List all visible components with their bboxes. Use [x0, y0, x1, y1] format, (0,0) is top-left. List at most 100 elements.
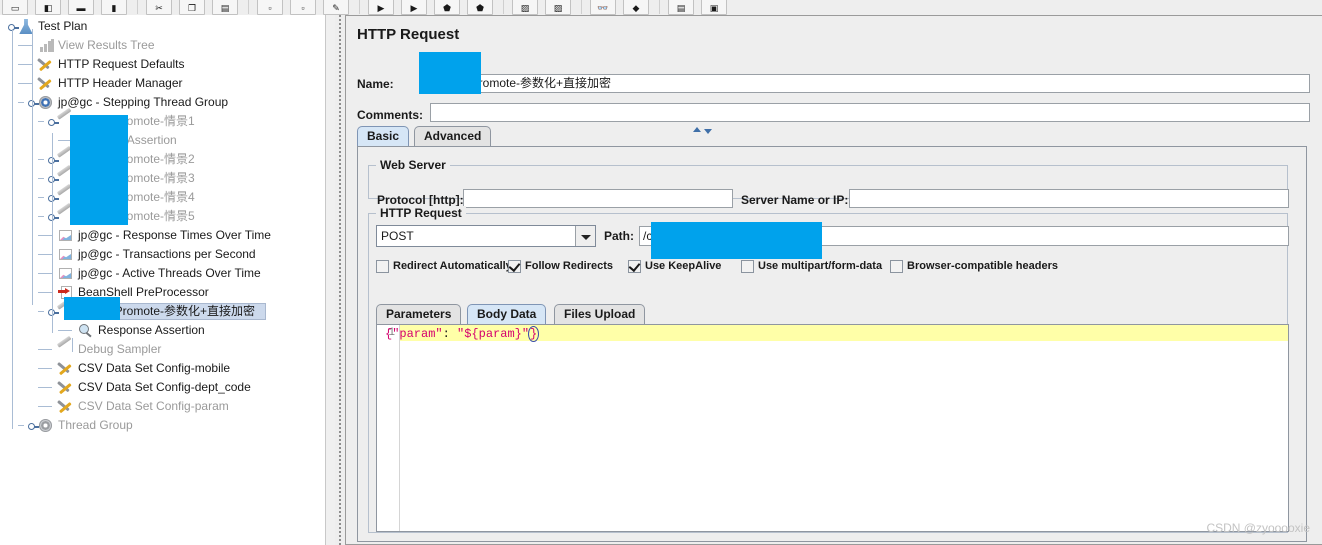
- magnifier-handle: [85, 332, 92, 338]
- templates-icon-glyph: ◧: [43, 3, 53, 13]
- basic-tab-content: Web Server Protocol [http]: Server Name …: [357, 146, 1307, 542]
- tab-files-upload[interactable]: Files Upload: [554, 304, 646, 324]
- tree-node[interactable]: onse Assertion: [0, 131, 325, 150]
- tree-node[interactable]: DevicePromote-情景3: [0, 164, 325, 188]
- tree-connector: [38, 121, 44, 122]
- code-caret-brace: }: [528, 326, 540, 342]
- paste-icon[interactable]: ▤: [212, 0, 238, 15]
- tree-node[interactable]: jp@gc - Stepping Thread Group: [0, 93, 325, 112]
- method-select[interactable]: POST: [376, 225, 596, 247]
- tab-basic[interactable]: Basic: [357, 126, 410, 146]
- chart-bar: [40, 47, 43, 52]
- tree-node[interactable]: View Results Tree: [0, 36, 325, 55]
- tree-node[interactable]: DevicePromote-情景5: [0, 202, 325, 226]
- tree-trunk-line: [32, 29, 33, 305]
- page-title: HTTP Request: [357, 26, 460, 43]
- checkbox-box[interactable]: [890, 260, 903, 273]
- tree-node[interactable]: DevicePromote-情景1: [0, 107, 325, 131]
- start-no-pauses-icon[interactable]: ▶: [401, 0, 427, 15]
- toggle-icon[interactable]: ✎: [323, 0, 349, 15]
- checkbox-box[interactable]: [376, 260, 389, 273]
- thread-group-icon: [38, 95, 54, 110]
- tree-expand-handle[interactable]: [48, 118, 59, 127]
- chart-bar: [44, 44, 47, 52]
- clear-icon[interactable]: ▨: [512, 0, 538, 15]
- cut-icon[interactable]: ✂: [146, 0, 172, 15]
- cut-icon-glyph: ✂: [155, 3, 163, 13]
- tree-node[interactable]: jp@gc - Active Threads Over Time: [0, 264, 325, 283]
- body-tabstrip[interactable]: Parameters Body Data Files Upload: [376, 304, 1289, 325]
- gear-glyph: [39, 96, 52, 109]
- tree-node[interactable]: jp@gc - Transactions per Second: [0, 245, 325, 264]
- server-name-input[interactable]: [849, 189, 1289, 208]
- tree-trunk-line: [72, 338, 73, 352]
- comments-input[interactable]: [430, 103, 1310, 122]
- tree-node[interactable]: CSV Data Set Config-param: [0, 397, 325, 416]
- editor-code-text[interactable]: {"param": "${param}"}: [385, 326, 540, 342]
- tree-node[interactable]: BeanShell PreProcessor: [0, 283, 325, 302]
- tree-node-label: Thread Group: [58, 418, 133, 432]
- search-icon[interactable]: 👓: [590, 0, 616, 15]
- tree-vertical-scrollbar[interactable]: [325, 15, 335, 545]
- protocol-input[interactable]: [463, 189, 733, 208]
- tab-body-data[interactable]: Body Data: [467, 304, 547, 324]
- config-element-icon: [57, 380, 74, 395]
- tree-node[interactable]: Response Assertion: [0, 321, 325, 340]
- chevron-down-icon: [581, 235, 591, 240]
- checkbox-box[interactable]: [741, 260, 754, 273]
- tree-node[interactable]: Test Plan: [0, 17, 325, 36]
- tree-connector: [38, 406, 52, 407]
- tree-node[interactable]: CSV Data Set Config-dept_code: [0, 378, 325, 397]
- panel-splitter[interactable]: [335, 15, 345, 545]
- tree-connector: [38, 368, 52, 369]
- method-dropdown-arrow[interactable]: [575, 226, 595, 246]
- config-element-icon: [37, 57, 54, 72]
- tree-connector: [18, 45, 32, 46]
- name-input[interactable]: DevicePromote-参数化+直接加密: [430, 74, 1310, 93]
- checkbox-label: Use multipart/form-data: [758, 260, 883, 272]
- tree-node[interactable]: DevicePromote-情景2: [0, 145, 325, 169]
- http-request-group-title: HTTP Request: [376, 206, 466, 220]
- listener-chart-icon: [58, 266, 74, 281]
- collapse-icon[interactable]: ▫: [290, 0, 316, 15]
- expand-icon[interactable]: ▫: [257, 0, 283, 15]
- tree-node[interactable]: DevicePromote-参数化+直接加密: [0, 297, 325, 321]
- tree-expand-handle[interactable]: [28, 422, 39, 431]
- redaction-tree-1: [70, 115, 128, 225]
- redaction-name-field: [419, 52, 481, 94]
- open-icon[interactable]: ▬: [68, 0, 94, 15]
- new-icon[interactable]: ▭: [2, 0, 28, 15]
- main-tabstrip[interactable]: Basic Advanced: [357, 126, 1307, 147]
- checkbox-label: Use KeepAlive: [645, 260, 722, 272]
- clear-all-icon[interactable]: ▨: [545, 0, 571, 15]
- reset-search-icon[interactable]: ◆: [623, 0, 649, 15]
- copy-icon[interactable]: ❐: [179, 0, 205, 15]
- tree-node[interactable]: HTTP Header Manager: [0, 74, 325, 93]
- tree-node[interactable]: DevicePromote-情景4: [0, 183, 325, 207]
- tree-node[interactable]: Thread Group: [0, 416, 325, 435]
- tree-node-label: jp@gc - Active Threads Over Time: [78, 266, 261, 280]
- body-data-editor[interactable]: 1 {"param": "${param}"}: [376, 324, 1289, 532]
- help-icon[interactable]: ▣: [701, 0, 727, 15]
- save-icon[interactable]: ▮: [101, 0, 127, 15]
- tree-node[interactable]: Debug Sampler: [0, 335, 325, 359]
- function-helper-icon[interactable]: ▤: [668, 0, 694, 15]
- expand-icon-glyph: ▫: [268, 3, 272, 13]
- tree-node[interactable]: jp@gc - Response Times Over Time: [0, 226, 325, 245]
- tab-advanced[interactable]: Advanced: [414, 126, 492, 146]
- search-icon-glyph: 👓: [597, 3, 609, 13]
- stop-icon[interactable]: ⬟: [434, 0, 460, 15]
- comments-label: Comments:: [357, 108, 424, 122]
- toolbar-separator: [659, 0, 660, 14]
- tree-node[interactable]: HTTP Request Defaults: [0, 55, 325, 74]
- templates-icon[interactable]: ◧: [35, 0, 61, 15]
- test-plan-tree[interactable]: Test Plan View Results Tree HTTP Request D…: [0, 15, 325, 545]
- test-plan-tree-panel[interactable]: Test Plan View Results Tree HTTP Request D…: [0, 15, 325, 545]
- web-server-group-title: Web Server: [376, 158, 450, 172]
- tree-node[interactable]: CSV Data Set Config-mobile: [0, 359, 325, 378]
- jmeter-window: ▭ ◧ ▬ ▮ ✂ ❐ ▤ ▫ ▫ ✎ ▶ ▶ ⬟ ⬟ ▨ ▨ 👓 ◆ ▤ ▣ Test Plan View Resul…: [0, 0, 1322, 545]
- start-icon[interactable]: ▶: [368, 0, 394, 15]
- tab-parameters[interactable]: Parameters: [376, 304, 462, 324]
- shutdown-icon[interactable]: ⬟: [467, 0, 493, 15]
- collapse-icon-glyph: ▫: [301, 3, 305, 13]
